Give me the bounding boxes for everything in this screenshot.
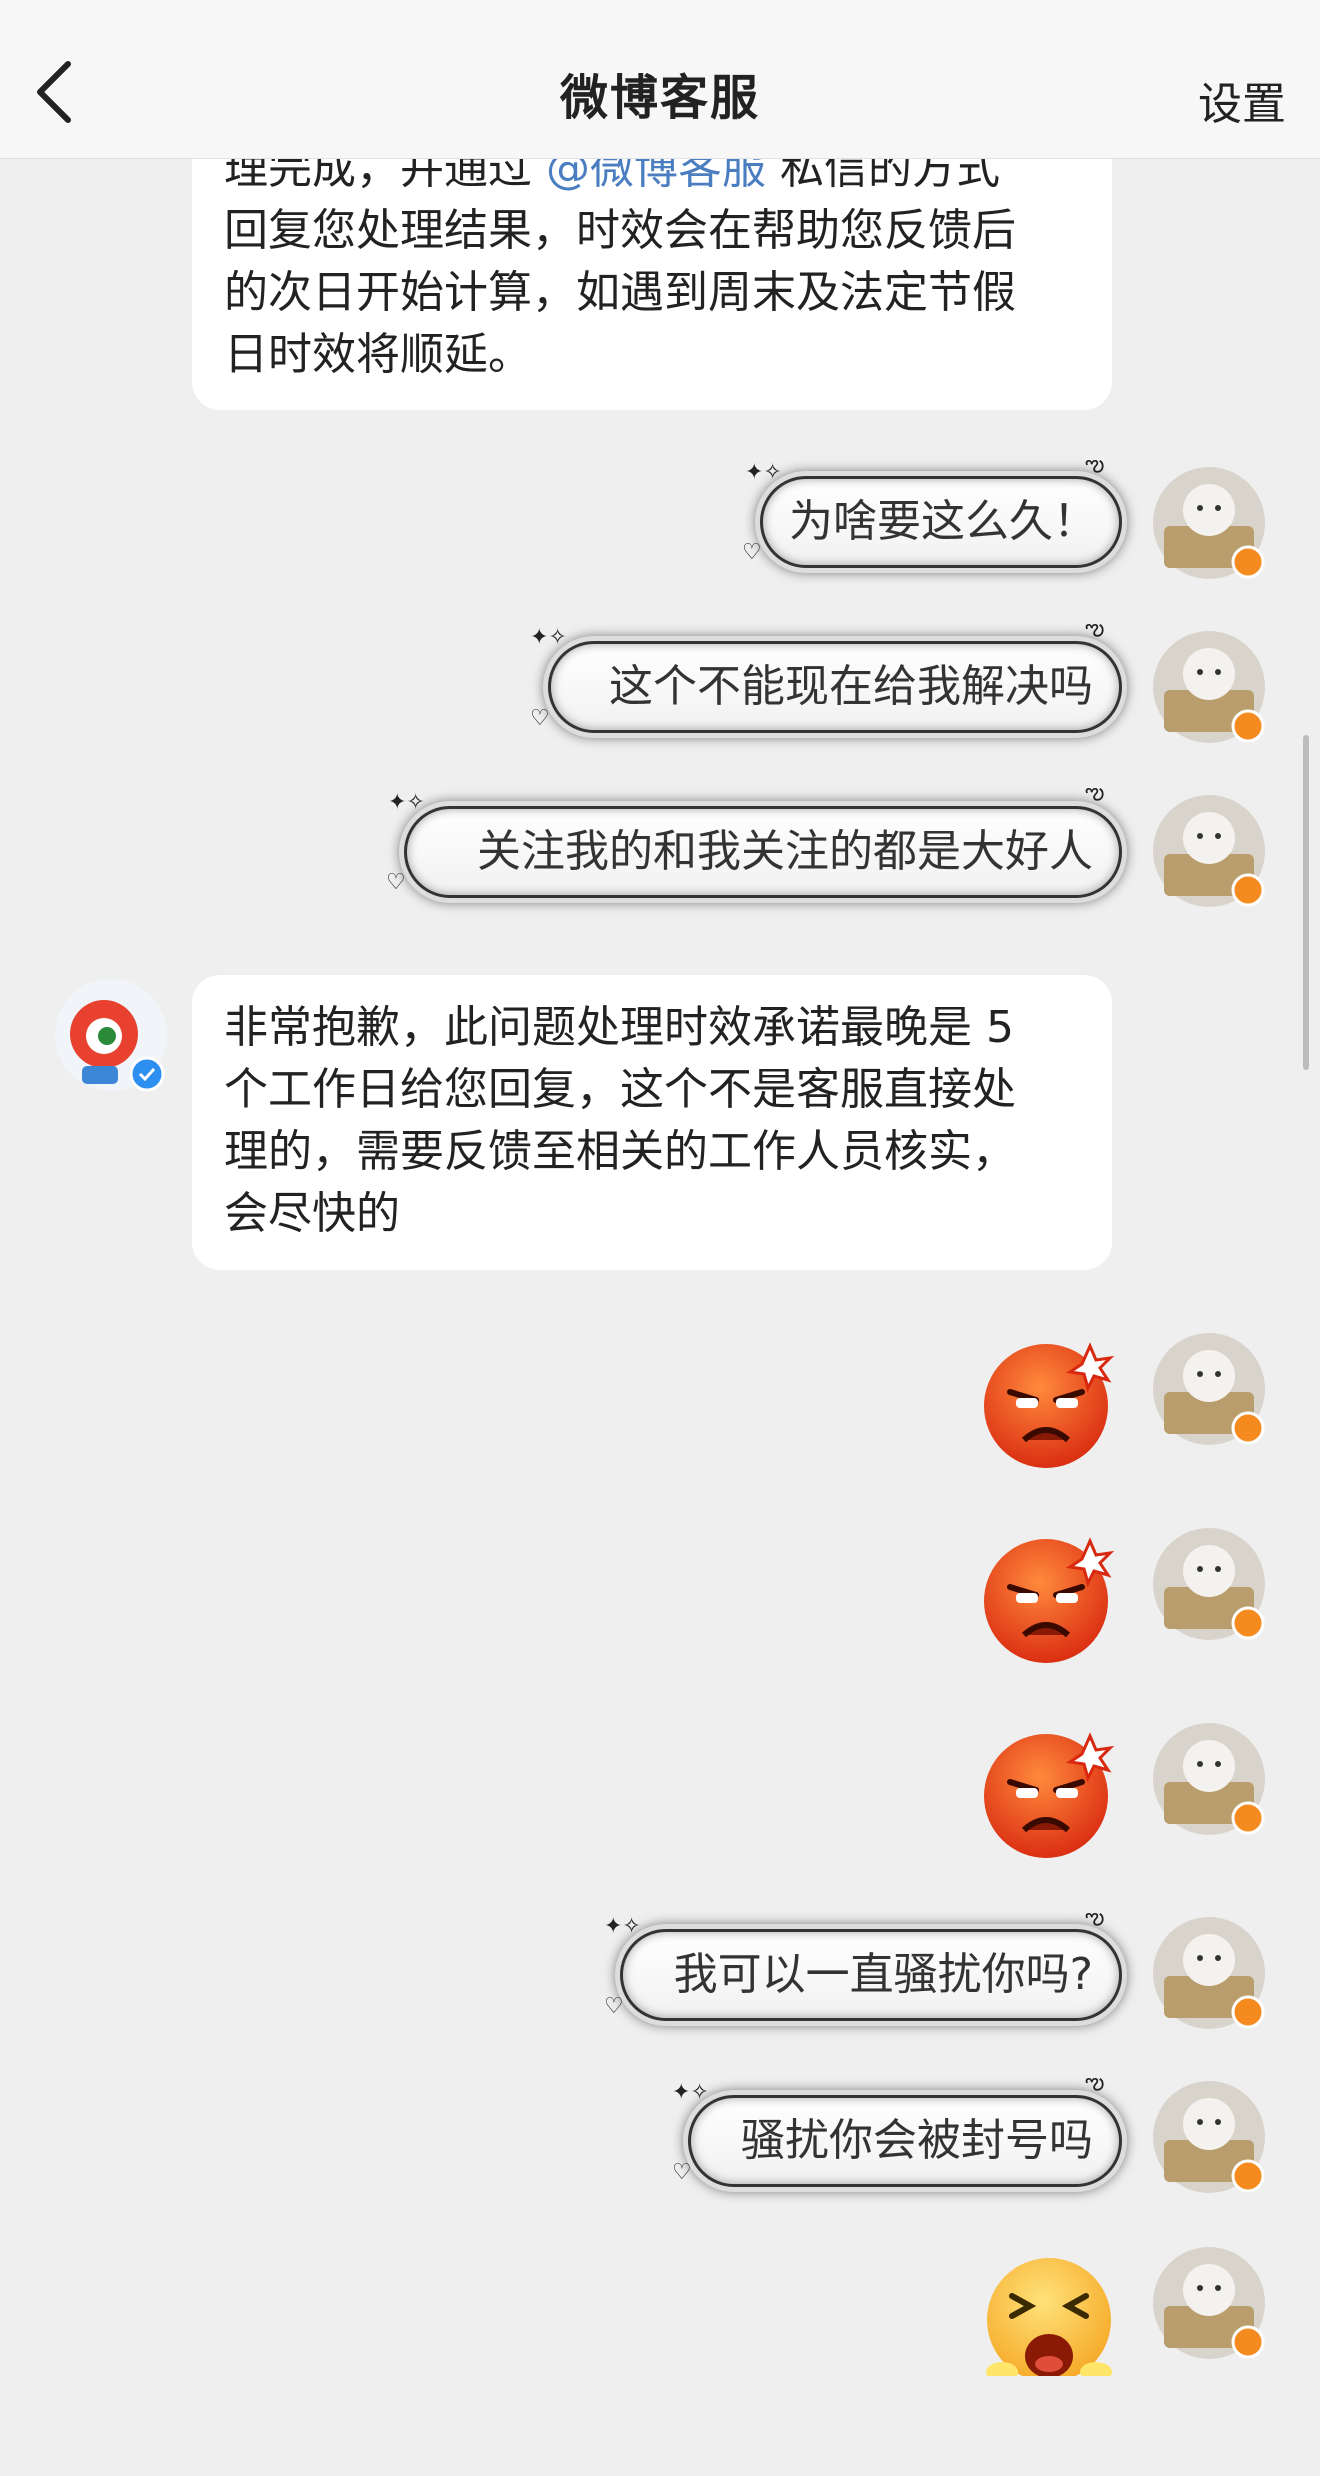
crying-face-emoji[interactable] xyxy=(980,2248,1118,2376)
user-message-bubble[interactable]: 这个不能现在给我解决吗 xyxy=(548,641,1122,733)
message-line: 日时效将顺延。 xyxy=(224,329,532,380)
user-avatar[interactable] xyxy=(1150,1330,1268,1448)
bot-avatar[interactable] xyxy=(52,976,170,1094)
bow-decoration: ఌ xyxy=(1085,616,1105,641)
sparkle-decoration: ✦✧ xyxy=(604,1914,641,1939)
user-message-bubble[interactable]: 关注我的和我关注的都是大好人 xyxy=(404,806,1122,898)
user-avatar[interactable] xyxy=(1150,2078,1268,2196)
user-avatar[interactable] xyxy=(1150,1525,1268,1643)
message-line: 会尽快的 xyxy=(224,1188,400,1239)
bot-message-bubble[interactable]: 理完成，并通过 @微博客服 私信的方式 回复您处理结果，时效会在帮助您反馈后 的… xyxy=(192,120,1112,410)
heart-decoration: ♡ xyxy=(672,2160,692,2185)
bow-decoration: ఌ xyxy=(1085,780,1105,805)
chat-area[interactable]: 理完成，并通过 @微博客服 私信的方式 回复您处理结果，时效会在帮助您反馈后 的… xyxy=(0,0,1320,2476)
sparkle-decoration: ✦✧ xyxy=(388,790,425,815)
message-line: 个工作日给您回复，这个不是客服直接处 xyxy=(224,1064,1016,1115)
page-title: 微博客服 xyxy=(559,70,760,126)
settings-button[interactable]: 设置 xyxy=(1198,68,1286,132)
bot-message-bubble[interactable]: 非常抱歉，此问题处理时效承诺最晚是 5 个工作日给您回复，这个不是客服直接处 理… xyxy=(192,975,1112,1270)
heart-decoration: ♡ xyxy=(604,1994,624,2019)
heart-decoration: ♡ xyxy=(386,870,406,895)
user-message-bubble[interactable]: 我可以一直骚扰你吗? xyxy=(620,1929,1122,2021)
sparkle-decoration: ✦✧ xyxy=(745,460,782,485)
angry-face-emoji[interactable] xyxy=(980,1332,1118,1470)
user-avatar[interactable] xyxy=(1150,628,1268,746)
message-line: 回复您处理结果，时效会在帮助您反馈后 xyxy=(224,205,1016,256)
user-avatar[interactable] xyxy=(1150,2244,1268,2362)
angry-face-emoji[interactable] xyxy=(980,1722,1118,1860)
user-avatar[interactable] xyxy=(1150,1914,1268,2032)
user-message-bubble[interactable]: 为啥要这么久！ xyxy=(760,476,1122,568)
user-avatar[interactable] xyxy=(1150,1720,1268,1838)
user-avatar[interactable] xyxy=(1150,464,1268,582)
message-line: 非常抱歉，此问题处理时效承诺最晚是 5 xyxy=(224,1002,1014,1053)
sparkle-decoration: ✦✧ xyxy=(530,625,567,650)
message-line: 的次日开始计算，如遇到周末及法定节假 xyxy=(224,267,1016,318)
scrollbar[interactable] xyxy=(1303,735,1309,1070)
nav-header: 微博客服 设置 xyxy=(0,0,1320,159)
sparkle-decoration: ✦✧ xyxy=(672,2080,709,2105)
bow-decoration: ఌ xyxy=(1085,2070,1105,2095)
heart-decoration: ♡ xyxy=(742,540,762,565)
user-avatar[interactable] xyxy=(1150,792,1268,910)
angry-face-emoji[interactable] xyxy=(980,1527,1118,1665)
message-line: 理的，需要反馈至相关的工作人员核实， xyxy=(224,1126,1016,1177)
heart-decoration: ♡ xyxy=(530,706,550,731)
user-message-bubble[interactable]: 骚扰你会被封号吗 xyxy=(688,2095,1122,2187)
